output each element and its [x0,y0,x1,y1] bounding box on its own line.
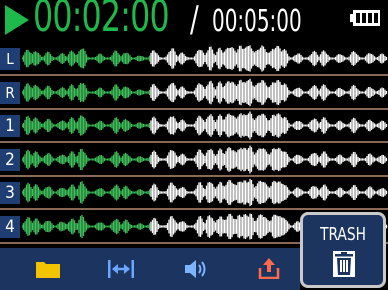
trim-icon[interactable] [108,260,134,278]
track-label: 1 [0,115,20,137]
waveform [22,145,388,173]
speaker-icon[interactable] [185,259,209,279]
status-header: 00:02:00 / 00:05:00 [0,0,388,40]
waveform [22,78,388,106]
track-label: L [0,48,20,70]
track-row[interactable]: 3 [0,177,388,210]
export-icon[interactable] [258,257,280,279]
trash-label: TRASH [320,224,366,245]
waveform [22,178,388,207]
elapsed-time: 00:02:00 [33,0,170,42]
play-icon [5,5,29,35]
total-time: 00:05:00 [212,4,302,39]
battery-icon [350,10,380,26]
track-row[interactable]: 1 [0,110,388,143]
track-row[interactable]: R [0,77,388,110]
track-label: 4 [0,215,20,238]
track-row[interactable]: L [0,43,388,76]
track-row[interactable]: 2 [0,144,388,177]
time-separator: / [190,0,199,40]
track-label: R [0,81,20,104]
trash-icon [333,251,355,277]
trash-button[interactable]: TRASH [300,212,386,288]
track-label: 2 [0,148,20,171]
folder-icon[interactable] [36,260,60,278]
waveform [22,45,388,72]
track-label: 3 [0,182,20,204]
function-bar [0,248,300,290]
waveform [22,111,388,140]
